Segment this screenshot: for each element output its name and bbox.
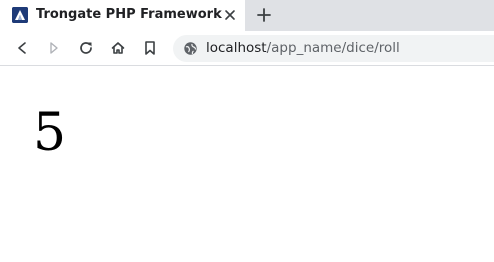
page-content: 5: [0, 67, 494, 262]
tab-active[interactable]: Trongate PHP Framework: [0, 0, 245, 31]
forward-icon[interactable]: [44, 38, 64, 58]
new-tab-icon[interactable]: [255, 6, 273, 24]
tab-title: Trongate PHP Framework: [36, 7, 222, 22]
url-host: localhost: [206, 40, 267, 56]
back-icon[interactable]: [12, 38, 32, 58]
home-icon[interactable]: [108, 38, 128, 58]
url-text[interactable]: localhost/app_name/dice/roll: [206, 40, 400, 56]
url-path: /app_name/dice/roll: [266, 40, 400, 56]
bookmark-icon[interactable]: [140, 38, 160, 58]
tab-strip: Trongate PHP Framework: [0, 0, 494, 31]
site-info-icon[interactable]: [183, 41, 198, 56]
browser-toolbar: localhost/app_name/dice/roll: [0, 31, 494, 66]
close-tab-icon[interactable]: [222, 7, 238, 23]
reload-icon[interactable]: [76, 38, 96, 58]
dice-result: 5: [33, 103, 67, 163]
address-bar[interactable]: localhost/app_name/dice/roll: [173, 35, 494, 62]
trongate-logo-icon: [12, 7, 28, 23]
